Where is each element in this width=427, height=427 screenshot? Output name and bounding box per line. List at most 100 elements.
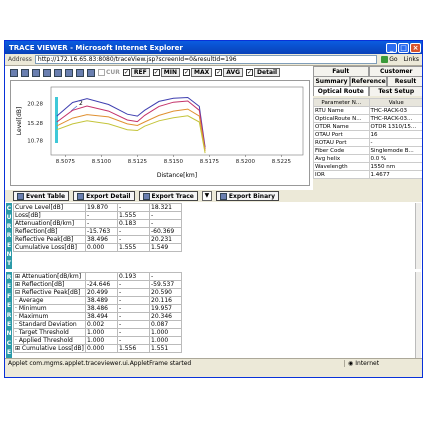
- table-row[interactable]: ⊞ Attenuation[dB/km] 0.193-: [13, 272, 182, 281]
- table-cell: 38.489: [85, 296, 118, 305]
- go-button[interactable]: Go: [381, 56, 398, 63]
- table-row[interactable]: RTU Name THC-RACK-03: [313, 106, 422, 115]
- column-header[interactable]: Parameter N...: [313, 98, 370, 107]
- table-cell: -: [117, 336, 150, 345]
- table-row[interactable]: Attenuation[dB/km] -0.183-: [13, 219, 182, 228]
- table-cell: ROTAU Port: [313, 138, 370, 147]
- trace-chart[interactable]: 2 8.5075 8.5100 8.5125 8.5150 8.5175 8.5200 8.5…: [10, 80, 310, 186]
- table-cell: OTDR 1310/15...: [368, 122, 422, 131]
- vertical-letter: E: [6, 241, 12, 249]
- table-cell: -: [149, 219, 182, 228]
- table-row[interactable]: Loss[dB] -1.555-: [13, 211, 182, 220]
- table-cell: 1.000: [149, 328, 182, 337]
- table-cell: Curve Level[dB]: [13, 203, 86, 212]
- table-row[interactable]: OTDR Name OTDR 1310/15...: [313, 122, 422, 131]
- vertical-letter: R: [6, 232, 12, 240]
- links-button[interactable]: Links: [404, 56, 419, 63]
- table-cell: -59.537: [149, 280, 182, 289]
- table-row[interactable]: OTAU Port 16: [313, 130, 422, 139]
- vertical-letter: N: [6, 330, 12, 338]
- tab-reference[interactable]: Reference: [350, 76, 387, 86]
- tab-customer[interactable]: Customer: [368, 66, 422, 76]
- current-scrollbar[interactable]: [415, 203, 421, 269]
- maximize-button[interactable]: □: [398, 42, 409, 53]
- cur-toggle[interactable]: CUR: [98, 69, 120, 76]
- table-cell: 16: [368, 130, 422, 139]
- table-cell: · Minimum: [13, 304, 86, 313]
- export-trace-button[interactable]: Export Trace: [138, 191, 198, 201]
- y-tick-label: 20.28: [27, 101, 43, 107]
- table-row[interactable]: ⊞ Cumulative Loss[dB] 0.000 1.556 1.551: [13, 344, 182, 353]
- export-binary-button[interactable]: Export Binary: [215, 191, 279, 201]
- reference-scrollbar[interactable]: [415, 272, 421, 358]
- table-row[interactable]: Curve Level[dB] 19.870-18.321: [13, 203, 182, 212]
- table-row[interactable]: · Applied Threshold 1.000-1.000: [13, 336, 182, 345]
- export-detail-button[interactable]: Export Detail: [73, 191, 135, 201]
- table-row[interactable]: IOR 1.4677: [313, 170, 422, 179]
- vertical-letter: E: [6, 302, 12, 310]
- table-row[interactable]: Cumulative Loss[dB] 0.000 1.555 1.549: [13, 243, 182, 252]
- table-row[interactable]: Reflective Peak[dB] 38.496-20.231: [13, 235, 182, 244]
- address-label: Address: [8, 56, 32, 63]
- export-icon: [219, 192, 227, 200]
- tab-optical-route[interactable]: Optical Route: [313, 86, 369, 96]
- tab-fault[interactable]: Fault: [313, 66, 369, 76]
- table-cell: THC-RACK-03: [368, 106, 422, 115]
- dropdown-arrow-icon[interactable]: ▼: [201, 191, 212, 201]
- grid-icon[interactable]: [76, 68, 84, 77]
- export-bar: Event Table Export Detail Export Trace ▼…: [5, 190, 422, 202]
- table-row[interactable]: Fiber Code Singlemode B...: [313, 146, 422, 155]
- address-input[interactable]: http://172.16.65.83:8080/traceView.jsp?s…: [34, 55, 378, 64]
- table-cell: 20.499: [85, 288, 118, 297]
- table-row[interactable]: · Average 38.489-20.116: [13, 296, 182, 305]
- table-cell: 0.000: [85, 243, 118, 252]
- tab-result[interactable]: Result: [387, 76, 422, 86]
- minimize-button[interactable]: _: [386, 42, 397, 53]
- column-header[interactable]: Value: [368, 98, 422, 107]
- globe-icon: ◉: [348, 360, 354, 367]
- detail-toggle[interactable]: ✓ Detail: [246, 68, 281, 77]
- tab-row-1: Fault Customer: [313, 66, 422, 76]
- table-row[interactable]: Avg helix 0.0 %: [313, 154, 422, 163]
- table-cell: ⊞ Attenuation[dB/km]: [13, 272, 86, 281]
- table-row[interactable]: ⊟ Reflective Peak[dB] 20.499-20.590: [13, 288, 182, 297]
- min-toggle[interactable]: ✓ MIN: [152, 68, 180, 77]
- reference-vertical-label: REFERENCE: [6, 272, 12, 358]
- table-cell: -: [85, 219, 118, 228]
- cursor-icon[interactable]: [54, 68, 62, 77]
- table-cell: 1.555: [117, 243, 150, 252]
- pan-icon[interactable]: [21, 68, 29, 77]
- table-row[interactable]: · Maximum 38.494-20.346: [13, 312, 182, 321]
- table-row[interactable]: · Minimum 38.486-19.957: [13, 304, 182, 313]
- table-row[interactable]: · Target Threshold 1.000-1.000: [13, 328, 182, 337]
- tab-summary[interactable]: Summary: [313, 76, 350, 86]
- fit-icon[interactable]: [32, 68, 40, 77]
- reset-icon[interactable]: [43, 68, 51, 77]
- y-tick-label: 15.28: [27, 121, 43, 127]
- export-trace-label: Export Trace: [151, 192, 194, 200]
- ref-toggle[interactable]: ✓ REF: [122, 68, 150, 77]
- table-row[interactable]: ⊞ Reflection[dB] -24.646- -59.537: [13, 280, 182, 289]
- tab-test-setup[interactable]: Test Setup: [368, 86, 422, 96]
- x-tick-label: 8.5075: [56, 159, 76, 165]
- table-row[interactable]: ROTAU Port -: [313, 138, 422, 147]
- table-cell: -: [117, 304, 150, 313]
- table-cell: ⊟ Reflective Peak[dB]: [13, 288, 86, 297]
- table-row[interactable]: Wavelength 1550 nm: [313, 162, 422, 171]
- table-cell: -: [117, 312, 150, 321]
- marker-icon[interactable]: [65, 68, 73, 77]
- max-toggle[interactable]: ✓ MAX: [182, 68, 213, 77]
- avg-toggle[interactable]: ✓ AVG: [215, 68, 244, 77]
- event-table-button[interactable]: Event Table: [13, 191, 70, 201]
- table-cell: Attenuation[dB/km]: [13, 219, 86, 228]
- table-row[interactable]: OpticalRoute N... THC-RACK-03...: [313, 114, 422, 123]
- table-row[interactable]: · Standard Deviation 0.002-0.087: [13, 320, 182, 329]
- table-cell: -60.369: [149, 227, 182, 236]
- table-cell: [85, 272, 118, 281]
- table-row[interactable]: Reflection[dB] -15.763- -60.369: [13, 227, 182, 236]
- close-button[interactable]: ×: [410, 42, 421, 53]
- cursor-marker[interactable]: [55, 97, 58, 143]
- zoom-icon[interactable]: [10, 68, 18, 77]
- print-icon[interactable]: [87, 68, 95, 77]
- export-detail-label: Export Detail: [86, 192, 131, 200]
